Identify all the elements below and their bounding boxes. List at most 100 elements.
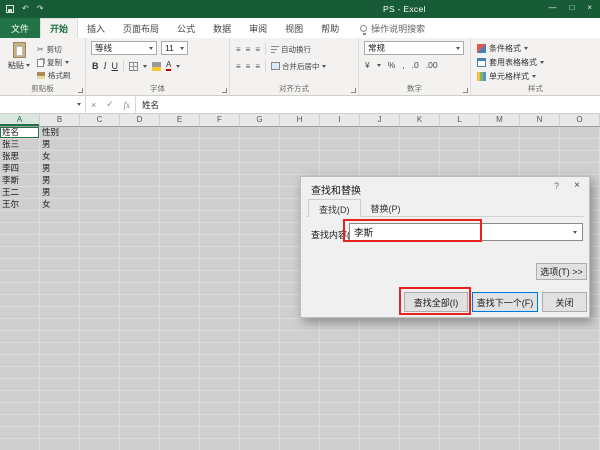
font-color-icon[interactable]: A — [166, 61, 171, 71]
copy-button[interactable]: 复制 — [37, 56, 71, 69]
cell-H2[interactable] — [280, 139, 320, 151]
cell-H23[interactable] — [280, 391, 320, 403]
cell-D23[interactable] — [120, 391, 160, 403]
cell-O22[interactable] — [560, 379, 600, 391]
cell-D13[interactable] — [120, 271, 160, 283]
cell-N25[interactable] — [520, 415, 560, 427]
cell-C11[interactable] — [80, 247, 120, 259]
cell-A23[interactable] — [0, 391, 40, 403]
cell-G8[interactable] — [240, 211, 280, 223]
cell-O27[interactable] — [560, 439, 600, 450]
cell-H25[interactable] — [280, 415, 320, 427]
cell-C21[interactable] — [80, 367, 120, 379]
cell-D10[interactable] — [120, 235, 160, 247]
cell-G13[interactable] — [240, 271, 280, 283]
cell-M21[interactable] — [480, 367, 520, 379]
cell-I25[interactable] — [320, 415, 360, 427]
cell-E20[interactable] — [160, 355, 200, 367]
cell-F13[interactable] — [200, 271, 240, 283]
cell-B22[interactable] — [40, 379, 80, 391]
cell-C15[interactable] — [80, 295, 120, 307]
cell-F21[interactable] — [200, 367, 240, 379]
cell-B25[interactable] — [40, 415, 80, 427]
conditional-formatting-button[interactable]: 条件格式 — [477, 41, 544, 55]
cell-M18[interactable] — [480, 331, 520, 343]
cell-G27[interactable] — [240, 439, 280, 450]
cell-E4[interactable] — [160, 163, 200, 175]
cell-H4[interactable] — [280, 163, 320, 175]
cell-C14[interactable] — [80, 283, 120, 295]
cell-G5[interactable] — [240, 175, 280, 187]
cell-F17[interactable] — [200, 319, 240, 331]
cell-J20[interactable] — [360, 355, 400, 367]
cell-D27[interactable] — [120, 439, 160, 450]
cell-H18[interactable] — [280, 331, 320, 343]
cell-D15[interactable] — [120, 295, 160, 307]
cell-E10[interactable] — [160, 235, 200, 247]
cell-H21[interactable] — [280, 367, 320, 379]
cell-E19[interactable] — [160, 343, 200, 355]
cell-D18[interactable] — [120, 331, 160, 343]
formula-input[interactable]: 姓名 — [136, 96, 600, 113]
tab-formulas[interactable]: 公式 — [168, 18, 204, 38]
minimize-icon[interactable]: — — [548, 3, 556, 12]
cell-A1[interactable]: 姓名 — [0, 127, 40, 139]
cell-L4[interactable] — [440, 163, 480, 175]
cancel-icon[interactable]: × — [91, 100, 96, 110]
cell-E16[interactable] — [160, 307, 200, 319]
tab-view[interactable]: 视图 — [276, 18, 312, 38]
cell-D5[interactable] — [120, 175, 160, 187]
cell-D17[interactable] — [120, 319, 160, 331]
column-header-D[interactable]: D — [120, 114, 160, 126]
cell-N17[interactable] — [520, 319, 560, 331]
cell-N3[interactable] — [520, 151, 560, 163]
cell-G7[interactable] — [240, 199, 280, 211]
borders-icon[interactable] — [129, 62, 138, 71]
cell-B21[interactable] — [40, 367, 80, 379]
cell-B14[interactable] — [40, 283, 80, 295]
cell-O19[interactable] — [560, 343, 600, 355]
cell-L24[interactable] — [440, 403, 480, 415]
cell-A22[interactable] — [0, 379, 40, 391]
cell-G19[interactable] — [240, 343, 280, 355]
cell-J17[interactable] — [360, 319, 400, 331]
cell-J18[interactable] — [360, 331, 400, 343]
cell-C2[interactable] — [80, 139, 120, 151]
cell-M20[interactable] — [480, 355, 520, 367]
cell-C6[interactable] — [80, 187, 120, 199]
cell-K18[interactable] — [400, 331, 440, 343]
cell-D21[interactable] — [120, 367, 160, 379]
cell-E5[interactable] — [160, 175, 200, 187]
cell-B17[interactable] — [40, 319, 80, 331]
cell-E2[interactable] — [160, 139, 200, 151]
cell-F5[interactable] — [200, 175, 240, 187]
find-next-button[interactable]: 查找下一个(F) — [472, 292, 538, 312]
combo-dropdown-icon[interactable] — [568, 231, 582, 234]
cell-F25[interactable] — [200, 415, 240, 427]
cell-J4[interactable] — [360, 163, 400, 175]
cell-D14[interactable] — [120, 283, 160, 295]
tab-data[interactable]: 数据 — [204, 18, 240, 38]
cell-F18[interactable] — [200, 331, 240, 343]
cell-D6[interactable] — [120, 187, 160, 199]
comma-style-icon[interactable]: , — [402, 60, 404, 70]
window-close-icon[interactable]: × — [587, 3, 592, 12]
cell-D16[interactable] — [120, 307, 160, 319]
redo-icon[interactable]: ↷ — [37, 4, 44, 14]
cell-F1[interactable] — [200, 127, 240, 139]
cell-B12[interactable] — [40, 259, 80, 271]
enter-icon[interactable]: ✓ — [106, 99, 114, 110]
cell-L27[interactable] — [440, 439, 480, 450]
cell-G14[interactable] — [240, 283, 280, 295]
cell-A12[interactable] — [0, 259, 40, 271]
cell-F22[interactable] — [200, 379, 240, 391]
cell-G15[interactable] — [240, 295, 280, 307]
column-header-N[interactable]: N — [520, 114, 560, 126]
cell-N18[interactable] — [520, 331, 560, 343]
cell-E15[interactable] — [160, 295, 200, 307]
cell-B6[interactable]: 男 — [40, 187, 80, 199]
cell-E14[interactable] — [160, 283, 200, 295]
cell-M27[interactable] — [480, 439, 520, 450]
cell-J25[interactable] — [360, 415, 400, 427]
cell-C12[interactable] — [80, 259, 120, 271]
